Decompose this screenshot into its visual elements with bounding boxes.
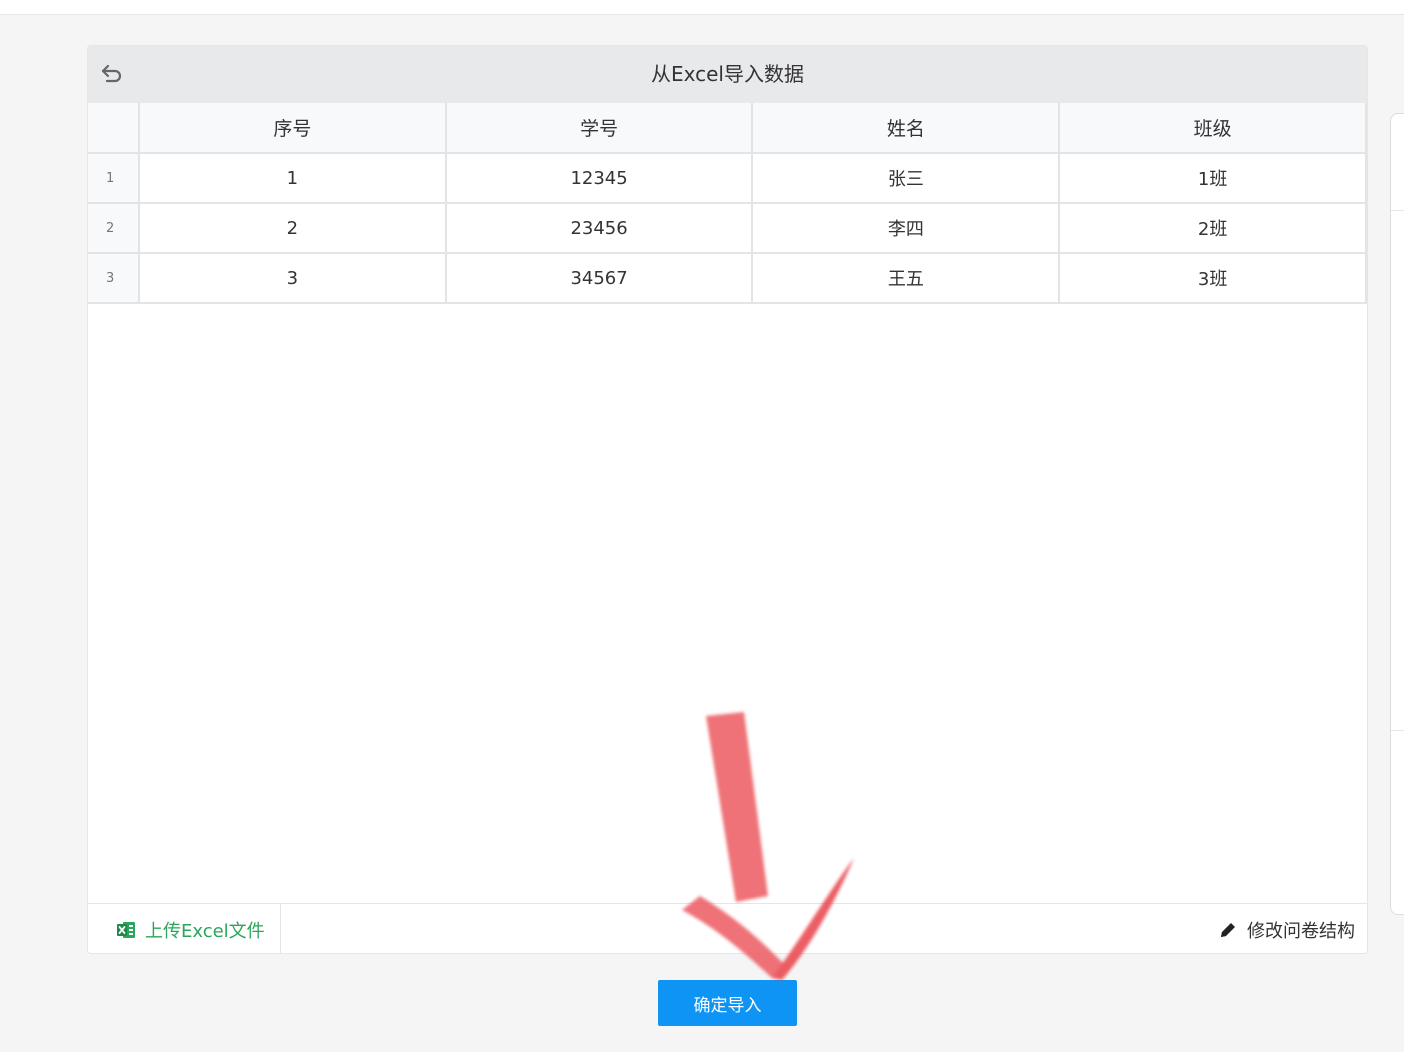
table-cell[interactable]: 1 bbox=[138, 153, 447, 204]
table-cell[interactable]: 12345 bbox=[445, 153, 754, 204]
side-drawer-divider bbox=[1391, 730, 1404, 731]
upload-excel-button[interactable]: 上传Excel文件 bbox=[88, 904, 281, 953]
upload-excel-label: 上传Excel文件 bbox=[145, 920, 265, 942]
row-number: 1 bbox=[88, 153, 140, 204]
table-row: 2 2 23456 李四 2班 bbox=[88, 203, 1367, 254]
column-header[interactable]: 姓名 bbox=[752, 103, 1061, 154]
table-cell[interactable]: 张三 bbox=[752, 153, 1061, 204]
row-number-header bbox=[88, 103, 140, 154]
table-cell[interactable]: 23456 bbox=[445, 203, 754, 254]
side-drawer-edge[interactable] bbox=[1390, 113, 1404, 915]
table-row: 1 1 12345 张三 1班 bbox=[88, 153, 1367, 204]
row-number: 3 bbox=[88, 253, 140, 304]
table-cell[interactable]: 2班 bbox=[1059, 203, 1367, 254]
edit-structure-label: 修改问卷结构 bbox=[1247, 920, 1355, 942]
table-cell[interactable]: 1班 bbox=[1059, 153, 1367, 204]
undo-icon[interactable] bbox=[100, 63, 124, 85]
column-header[interactable]: 学号 bbox=[445, 103, 754, 154]
data-grid: 序号 学号 姓名 班级 1 1 12345 张三 1班 2 2 23456 李四… bbox=[88, 103, 1367, 304]
column-header[interactable]: 班级 bbox=[1059, 103, 1367, 154]
top-bar bbox=[0, 0, 1404, 15]
confirm-import-button[interactable]: 确定导入 bbox=[658, 980, 797, 1026]
edit-structure-button[interactable]: 修改问卷结构 bbox=[1218, 904, 1355, 953]
table-cell[interactable]: 34567 bbox=[445, 253, 754, 304]
dialog-title: 从Excel导入数据 bbox=[651, 62, 804, 86]
table-cell[interactable]: 王五 bbox=[752, 253, 1061, 304]
import-dialog: 从Excel导入数据 序号 学号 姓名 班级 1 1 12345 张三 1班 2… bbox=[87, 45, 1368, 954]
dialog-header: 从Excel导入数据 bbox=[88, 46, 1367, 103]
table-cell[interactable]: 3 bbox=[138, 253, 447, 304]
excel-icon bbox=[117, 921, 135, 938]
row-number: 2 bbox=[88, 203, 140, 254]
table-cell[interactable]: 李四 bbox=[752, 203, 1061, 254]
dialog-footer: 上传Excel文件 修改问卷结构 bbox=[88, 903, 1367, 953]
table-row: 3 3 34567 王五 3班 bbox=[88, 253, 1367, 304]
column-header[interactable]: 序号 bbox=[138, 103, 447, 154]
table-header-row: 序号 学号 姓名 班级 bbox=[88, 103, 1367, 154]
table-cell[interactable]: 2 bbox=[138, 203, 447, 254]
side-drawer-divider bbox=[1391, 210, 1404, 211]
pencil-icon bbox=[1221, 922, 1235, 937]
table-cell[interactable]: 3班 bbox=[1059, 253, 1367, 304]
